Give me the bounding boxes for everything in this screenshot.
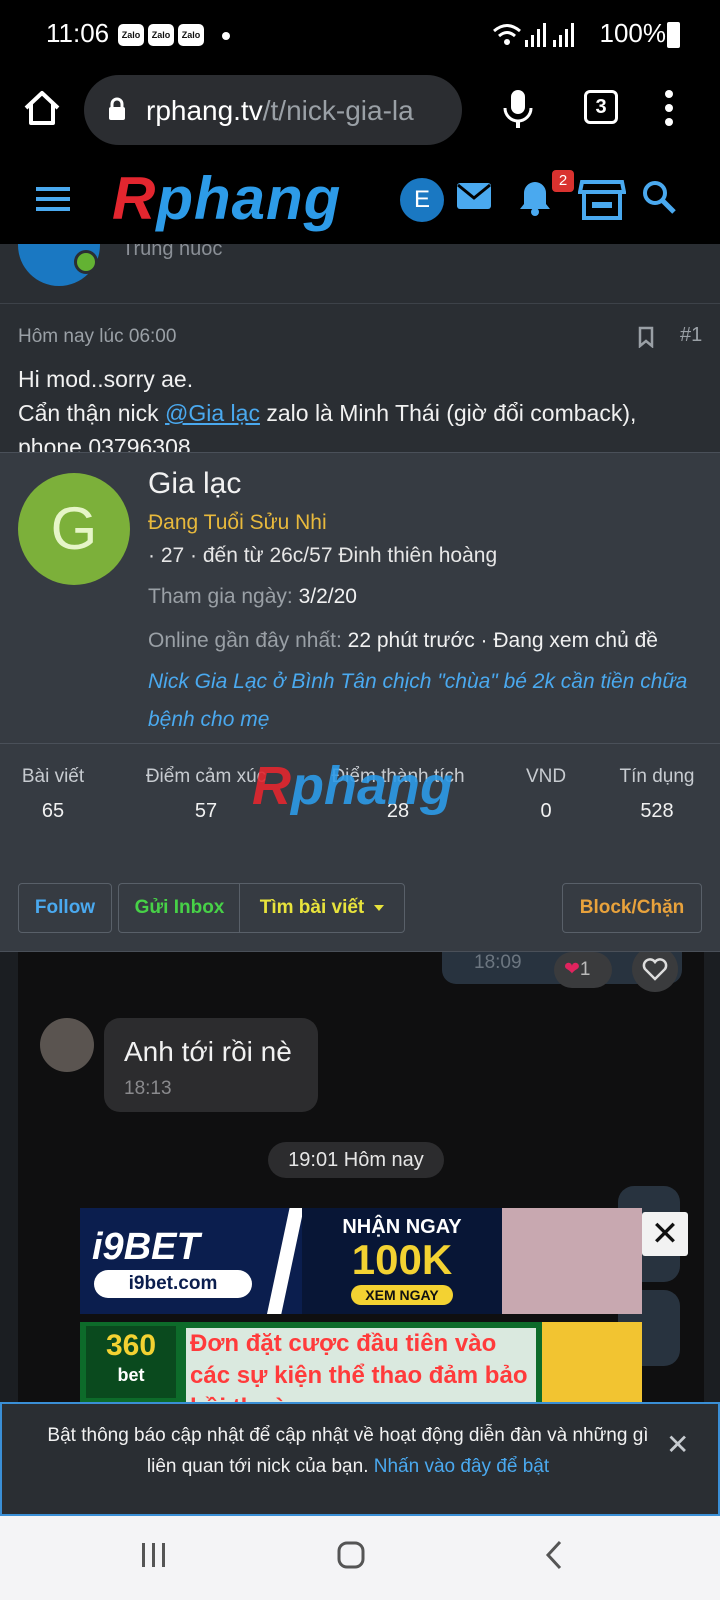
url-path: /t/nick-gia-la: [262, 95, 414, 126]
mail-icon[interactable]: [456, 182, 492, 210]
ad-banner-i9bet[interactable]: i9BET i9bet.com NHẬN NGAY 100K XEM NGAY: [80, 1208, 642, 1314]
browser-toolbar: rphang.tv/t/nick-gia-la 3: [0, 70, 720, 152]
ad-photo: [502, 1208, 642, 1314]
home-icon[interactable]: [22, 88, 62, 128]
heart-reaction: ❤1: [554, 952, 612, 988]
address-bar[interactable]: rphang.tv/t/nick-gia-la: [84, 75, 462, 145]
member-tooltip-card: G Gia lạc Đang Tuổi Sửu Nhi · 27 · đến t…: [0, 452, 720, 952]
status-bar: 11:06 Zalo Zalo Zalo 100%: [0, 0, 720, 70]
bell-icon[interactable]: [518, 180, 552, 216]
alerts-badge: 2: [552, 170, 574, 192]
user-mention-link[interactable]: @Gia lạc: [165, 400, 260, 426]
member-name[interactable]: Gia lạc: [148, 467, 241, 501]
member-avatar[interactable]: G: [18, 473, 130, 585]
stat-credit: Tín dụng 528: [619, 766, 695, 822]
more-options-icon[interactable]: [664, 90, 674, 126]
site-logo[interactable]: Rphang: [112, 164, 341, 233]
zalo-notification-icon: Zalo: [178, 24, 204, 46]
lock-icon: [109, 97, 125, 120]
site-watermark: Rphang: [252, 756, 453, 816]
member-last-seen: Online gần đây nhất: 22 phút trước · Đan…: [148, 629, 658, 652]
enable-notifications-link[interactable]: Nhấn vào đây để bật: [374, 1456, 549, 1477]
search-icon[interactable]: [642, 180, 676, 214]
wifi-icon: [493, 24, 521, 45]
chat-bubble-incoming: Anh tới rồi nè 18:13: [104, 1018, 318, 1112]
online-indicator-icon: [74, 250, 98, 274]
user-avatar[interactable]: E: [400, 178, 444, 222]
back-icon[interactable]: [544, 1540, 564, 1570]
post-line: Cẩn thận nick @Gia lạc zalo là Minh Thái…: [18, 400, 637, 426]
close-ad-button[interactable]: ✕: [642, 1212, 688, 1256]
url-host: rphang.tv: [146, 95, 263, 126]
battery-percentage: 100%: [599, 18, 667, 48]
viewing-thread-link[interactable]: Nick Gia Lạc ở Bình Tân chịch "chùa" bé …: [148, 663, 708, 739]
post-number[interactable]: #1: [680, 324, 702, 347]
bookmark-icon[interactable]: [638, 326, 654, 348]
post-date[interactable]: Hôm nay lúc 06:00: [18, 326, 176, 348]
member-joined: Tham gia ngày: 3/2/20: [148, 585, 357, 608]
clock: 11:06: [46, 18, 110, 48]
zalo-notification-icon: Zalo: [148, 24, 174, 46]
heart-icon: ❤: [564, 959, 580, 980]
post-line: Hi mod..sorry ae.: [18, 366, 194, 392]
zalo-notification-icon: Zalo: [118, 24, 144, 46]
site-header: Rphang E 2: [0, 152, 720, 244]
system-nav-bar: [0, 1516, 720, 1600]
block-button[interactable]: Block/Chặn: [562, 883, 702, 933]
recent-apps-icon[interactable]: [140, 1540, 168, 1570]
push-notice-banner: Bật thông báo cập nhật để cập nhật về ho…: [0, 1402, 720, 1516]
send-inbox-button[interactable]: Gửi Inbox: [118, 883, 240, 933]
find-posts-dropdown[interactable]: Tìm bài viết: [239, 883, 405, 933]
follow-button[interactable]: Follow: [18, 883, 112, 933]
stat-vnd: VND 0: [525, 766, 567, 822]
stat-posts[interactable]: Bài viết 65: [18, 766, 88, 823]
signal-icon: [525, 23, 546, 47]
menu-icon[interactable]: [36, 186, 70, 212]
chat-avatar: [40, 1018, 94, 1072]
like-reaction-icon: [632, 946, 678, 992]
member-title: Đang Tuổi Sửu Nhi: [148, 511, 327, 534]
microphone-icon[interactable]: [500, 88, 536, 130]
member-info: · 27 · đến từ 26c/57 Đinh thiên hoàng: [148, 544, 498, 567]
chat-day-separator: 19:01 Hôm nay: [268, 1142, 444, 1178]
close-icon[interactable]: ✕: [666, 1428, 689, 1461]
battery-icon: [667, 22, 680, 48]
forum-post: Hôm nay lúc 06:00 #1 Hi mod..sorry ae. C…: [0, 304, 720, 460]
store-icon[interactable]: [578, 178, 626, 220]
signal-icon: [553, 23, 574, 47]
author-name[interactable]: Trung nuoc: [122, 244, 222, 261]
post-author-strip: Trung nuoc: [0, 244, 720, 304]
home-nav-icon[interactable]: [336, 1540, 366, 1570]
ad-banner-360bet[interactable]: 360 bet Đơn đặt cược đầu tiên vào các sự …: [80, 1322, 642, 1402]
caret-down-icon: [374, 904, 385, 911]
more-notifications-dot: [222, 32, 230, 40]
url-text: rphang.tv/t/nick-gia-la: [146, 95, 414, 127]
ad-photo: [542, 1322, 642, 1402]
tab-switcher-button[interactable]: 3: [584, 90, 618, 124]
